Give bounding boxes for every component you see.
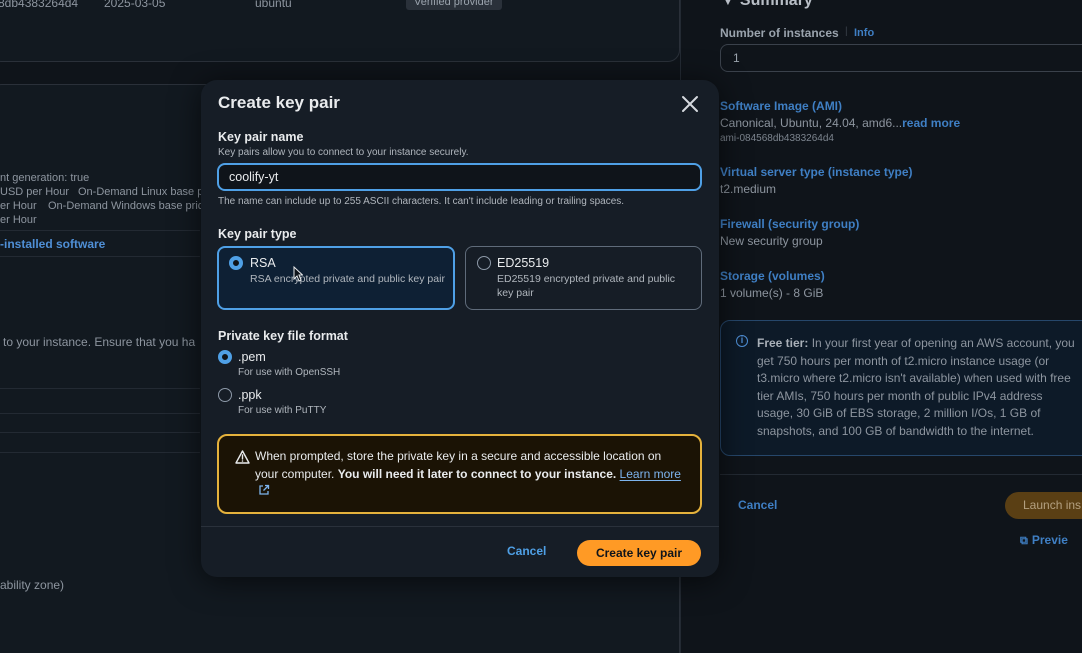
private-key-warning-alert: When prompted, store the private key in … bbox=[217, 434, 702, 514]
ed25519-description: ED25519 encrypted private and public key… bbox=[497, 273, 676, 299]
close-button[interactable] bbox=[679, 93, 701, 115]
preview-code-link[interactable]: ⧉ Previe bbox=[1020, 533, 1068, 548]
keypair-hint-text: to your instance. Ensure that you ha bbox=[3, 335, 196, 349]
storage-label[interactable]: Storage (volumes) bbox=[720, 269, 825, 283]
create-key-pair-modal: Create key pair Key pair name Key pairs … bbox=[201, 80, 719, 577]
ppk-option-title[interactable]: .ppk bbox=[238, 388, 262, 402]
bg-line-4: er Hour bbox=[0, 200, 37, 212]
bg-line-5: On-Demand Windows base pric bbox=[48, 200, 204, 212]
mouse-cursor-icon bbox=[293, 266, 303, 282]
bg-line-1: nt generation: true bbox=[0, 172, 90, 184]
free-tier-info-box: i Free tier: In your first year of openi… bbox=[720, 320, 1082, 456]
rsa-title: RSA bbox=[250, 256, 276, 270]
key-pair-name-constraint: The name can include up to 255 ASCII cha… bbox=[218, 196, 625, 207]
cancel-button[interactable]: Cancel bbox=[507, 544, 546, 558]
preinstalled-software-link[interactable]: -installed software bbox=[0, 237, 105, 251]
read-more-link[interactable]: read more bbox=[902, 116, 960, 130]
key-pair-type-label: Key pair type bbox=[218, 227, 297, 241]
info-icon: i bbox=[736, 335, 748, 347]
bg-divider bbox=[0, 432, 200, 433]
preview-icon: ⧉ bbox=[1020, 535, 1028, 547]
summary-title: ▼ Summary bbox=[722, 0, 813, 10]
verified-provider-badge: Verified provider bbox=[406, 0, 502, 10]
bg-divider bbox=[0, 413, 200, 414]
bg-divider bbox=[0, 256, 200, 257]
pem-option-title[interactable]: .pem bbox=[238, 350, 266, 364]
warning-icon bbox=[235, 450, 250, 464]
pem-option-description: For use with OpenSSH bbox=[238, 367, 341, 378]
ed25519-radio[interactable] bbox=[477, 256, 491, 270]
bg-divider bbox=[0, 452, 200, 453]
warning-text: When prompted, store the private key in … bbox=[255, 448, 685, 501]
key-pair-name-description: Key pairs allow you to connect to your i… bbox=[218, 147, 469, 158]
ami-id-text: 8db4383264d4 bbox=[0, 0, 79, 10]
ami-summary-value: Canonical, Ubuntu, 24.04, amd6...read mo… bbox=[720, 116, 961, 130]
instance-type-value: t2.medium bbox=[720, 182, 777, 196]
ppk-option-description: For use with PuTTY bbox=[238, 405, 327, 416]
bg-line-3: On-Demand Linux base pric bbox=[78, 186, 215, 198]
key-type-rsa-card[interactable]: RSA RSA encrypted private and public key… bbox=[217, 246, 455, 310]
key-pair-name-label: Key pair name bbox=[218, 130, 304, 144]
key-type-ed25519-card[interactable]: ED25519 ED25519 encrypted private and pu… bbox=[465, 246, 702, 310]
create-key-pair-button[interactable]: Create key pair bbox=[577, 540, 701, 566]
availability-zone-text: ability zone) bbox=[0, 578, 65, 592]
collapse-caret-icon[interactable]: ▼ bbox=[722, 0, 734, 8]
free-tier-text: Free tier: In your first year of opening… bbox=[757, 336, 1075, 438]
ami-platform-text: ubuntu bbox=[255, 0, 292, 10]
close-icon bbox=[682, 96, 698, 112]
firewall-value: New security group bbox=[720, 234, 823, 248]
pem-radio[interactable] bbox=[218, 350, 232, 364]
bg-line-2: USD per Hour bbox=[0, 186, 70, 198]
instances-input[interactable]: 1 bbox=[720, 44, 1082, 72]
ami-summary-id: ami-084568db4383264d4 bbox=[720, 133, 834, 144]
bg-line-6: er Hour bbox=[0, 214, 37, 226]
modal-footer-divider bbox=[201, 526, 719, 527]
private-key-format-label: Private key file format bbox=[218, 329, 348, 343]
summary-footer-divider bbox=[720, 474, 1082, 475]
bg-divider bbox=[0, 388, 200, 389]
rsa-radio[interactable] bbox=[229, 256, 243, 270]
ami-date-text: 2025-03-05 bbox=[104, 0, 166, 10]
ed25519-title: ED25519 bbox=[497, 256, 550, 270]
modal-title: Create key pair bbox=[218, 93, 340, 112]
instances-label: Number of instances bbox=[720, 26, 839, 40]
ami-panel bbox=[0, 0, 680, 62]
launch-instance-button[interactable]: Launch ins bbox=[1005, 492, 1082, 519]
summary-cancel-button[interactable]: Cancel bbox=[738, 498, 777, 512]
ppk-radio[interactable] bbox=[218, 388, 232, 402]
ami-summary-label[interactable]: Software Image (AMI) bbox=[720, 99, 842, 113]
external-link-icon bbox=[259, 484, 270, 495]
instance-type-label[interactable]: Virtual server type (instance type) bbox=[720, 165, 913, 179]
info-separator: | bbox=[845, 26, 848, 37]
rsa-description: RSA encrypted private and public key pai… bbox=[250, 273, 445, 285]
key-pair-name-input[interactable] bbox=[217, 163, 702, 191]
bg-divider bbox=[0, 230, 200, 231]
firewall-label[interactable]: Firewall (security group) bbox=[720, 217, 859, 231]
storage-value: 1 volume(s) - 8 GiB bbox=[720, 286, 824, 300]
info-link[interactable]: Info bbox=[854, 27, 874, 39]
